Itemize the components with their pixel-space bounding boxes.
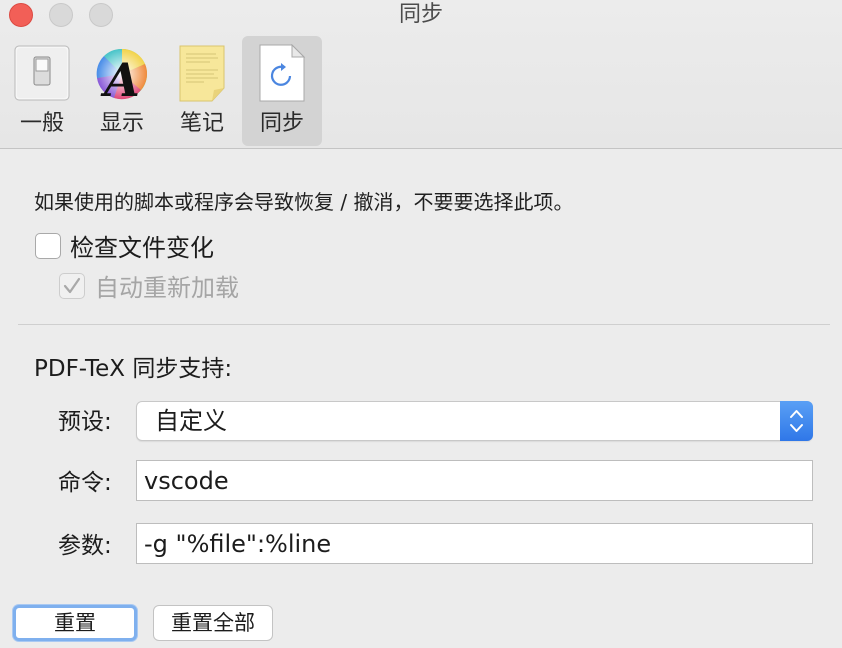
popup-arrows (780, 401, 813, 441)
tab-notes-label: 笔记 (179, 111, 224, 136)
check-file-changes-checkbox[interactable] (35, 233, 61, 259)
command-field-frame (136, 460, 813, 501)
tab-sync[interactable]: 同步 (242, 36, 322, 146)
tab-general-label: 一般 (19, 111, 64, 136)
checkmark-icon (63, 277, 81, 294)
sync-warning-note: 如果使用的脚本或程序会导致恢复 / 撤消，不要要选择此项。 (34, 190, 574, 214)
note-paper-icon (179, 45, 225, 102)
arguments-field-frame (136, 523, 813, 564)
command-label: 命令: (58, 470, 112, 496)
tab-notes[interactable]: 笔记 (162, 36, 242, 146)
tab-display-label: 显示 (99, 111, 144, 136)
window-title: 同步 (398, 2, 443, 27)
reset-button[interactable]: 重置 (13, 605, 137, 641)
font-color-wheel-icon: A (96, 48, 147, 102)
preset-selected-value: 自定义 (155, 407, 227, 435)
preset-popup-button[interactable]: 自定义 (136, 401, 813, 441)
switch-icon (14, 45, 70, 101)
preset-label: 预设: (58, 409, 112, 435)
arguments-label: 参数: (58, 533, 112, 559)
section-divider (18, 324, 830, 325)
sync-document-icon (259, 44, 306, 102)
window-toolbar: 同步 一般 A 显示 笔记 同步 (0, 0, 842, 149)
check-file-changes-label: 检查文件变化 (70, 234, 214, 262)
tab-general[interactable]: 一般 (2, 36, 82, 146)
tab-sync-label: 同步 (259, 111, 304, 136)
tab-display[interactable]: A 显示 (82, 36, 162, 146)
up-down-chevron-icon (790, 410, 803, 432)
auto-reload-label: 自动重新加载 (95, 274, 239, 302)
arguments-input[interactable] (137, 524, 804, 563)
command-input[interactable] (137, 461, 804, 500)
reset-all-button[interactable]: 重置全部 (153, 605, 273, 641)
svg-text:A: A (100, 53, 140, 102)
auto-reload-checkbox[interactable] (59, 273, 85, 299)
pdftex-section-title: PDF-TeX 同步支持: (34, 356, 233, 382)
